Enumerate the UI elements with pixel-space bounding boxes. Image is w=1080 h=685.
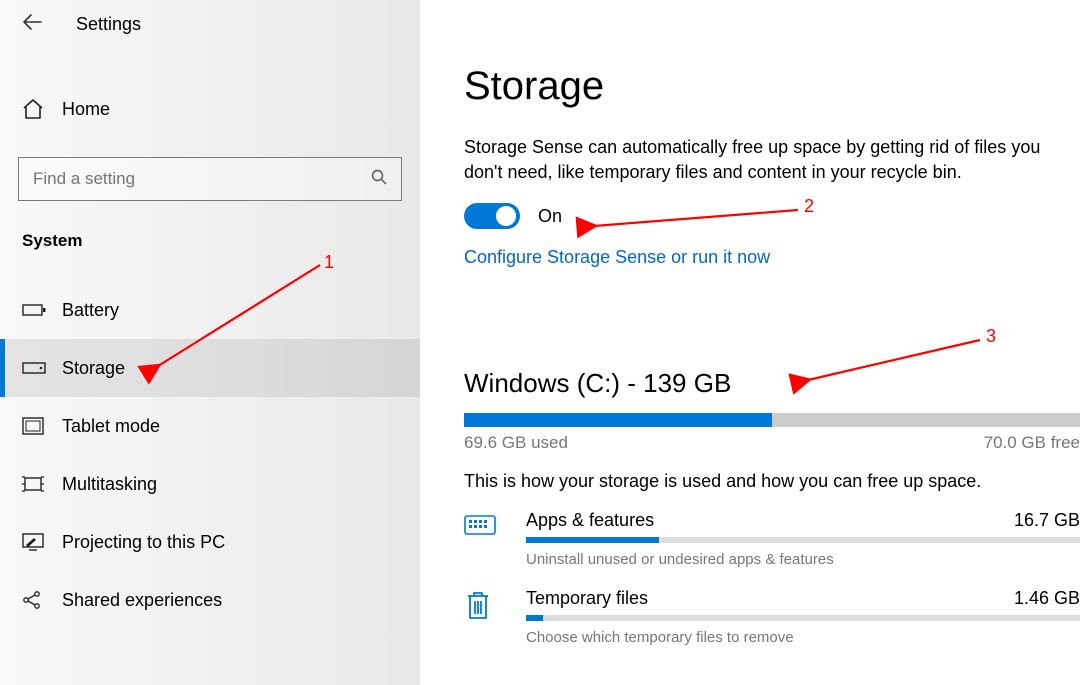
projecting-icon (22, 533, 44, 551)
share-icon (22, 590, 44, 610)
category-name: Apps & features (526, 510, 654, 531)
sidebar-category: System (0, 225, 420, 271)
storage-sense-toggle[interactable] (464, 203, 520, 229)
nav-label: Projecting to this PC (62, 532, 225, 553)
toggle-state-label: On (538, 206, 562, 227)
category-hint: Uninstall unused or undesired apps & fea… (526, 551, 1080, 568)
drive-icon (22, 361, 44, 375)
battery-icon (22, 303, 44, 317)
storage-summary: This is how your storage is used and how… (464, 471, 1080, 492)
trash-icon (464, 588, 498, 627)
nav-label: Battery (62, 300, 119, 321)
category-name: Temporary files (526, 588, 648, 609)
sidebar-home[interactable]: Home (0, 83, 420, 135)
nav-label: Tablet mode (62, 416, 160, 437)
home-icon (22, 99, 44, 119)
apps-icon (464, 510, 498, 543)
drive-usage-fill (464, 413, 772, 427)
category-row-apps[interactable]: Apps & features 16.7 GB Uninstall unused… (464, 510, 1080, 568)
sidebar-item-shared-experiences[interactable]: Shared experiences (0, 571, 420, 629)
search-icon (371, 169, 387, 189)
drive-title: Windows (C:) - 139 GB (464, 368, 1080, 399)
app-title: Settings (76, 14, 141, 35)
nav-label: Shared experiences (62, 590, 222, 611)
category-bar (526, 537, 1080, 543)
back-button[interactable] (22, 14, 42, 35)
storage-sense-description: Storage Sense can automatically free up … (464, 135, 1064, 185)
sidebar-item-tablet-mode[interactable]: Tablet mode (0, 397, 420, 455)
multitask-icon (22, 475, 44, 493)
toggle-knob (496, 206, 516, 226)
svg-text:3: 3 (986, 326, 996, 346)
nav-label: Multitasking (62, 474, 157, 495)
category-bar (526, 615, 1080, 621)
used-label: 69.6 GB used (464, 433, 568, 453)
search-input[interactable] (31, 168, 371, 190)
drive-usage-bar (464, 413, 1080, 427)
sidebar-item-multitasking[interactable]: Multitasking (0, 455, 420, 513)
nav-label: Storage (62, 358, 125, 379)
sidebar-item-storage[interactable]: Storage (0, 339, 420, 397)
category-hint: Choose which temporary files to remove (526, 629, 1080, 646)
sidebar-item-battery[interactable]: Battery (0, 281, 420, 339)
page-title: Storage (464, 64, 1080, 109)
nav-list: Battery Storage Tablet mode Multitasking (0, 281, 420, 629)
sidebar-item-projecting[interactable]: Projecting to this PC (0, 513, 420, 571)
tablet-icon (22, 417, 44, 435)
search-input-wrapper[interactable] (18, 157, 402, 201)
free-label: 70.0 GB free (984, 433, 1080, 453)
content-pane: Storage Storage Sense can automatically … (420, 0, 1080, 685)
home-label: Home (62, 99, 110, 120)
category-size: 16.7 GB (1014, 510, 1080, 531)
category-row-temp[interactable]: Temporary files 1.46 GB Choose which tem… (464, 588, 1080, 646)
category-size: 1.46 GB (1014, 588, 1080, 609)
configure-storage-sense-link[interactable]: Configure Storage Sense or run it now (464, 247, 770, 268)
sidebar: Settings Home System Battery (0, 0, 420, 685)
